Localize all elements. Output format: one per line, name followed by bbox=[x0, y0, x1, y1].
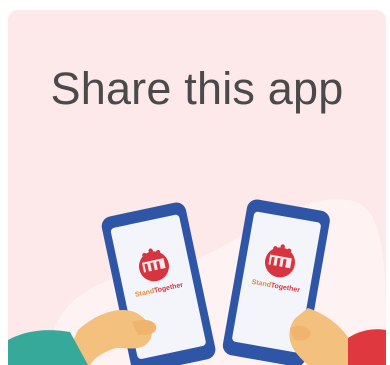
share-illustration: StandTogether StandTogether bbox=[8, 199, 386, 365]
share-app-card[interactable]: Share this app StandTogether StandTogeth… bbox=[8, 10, 386, 365]
share-app-title: Share this app bbox=[50, 63, 344, 114]
